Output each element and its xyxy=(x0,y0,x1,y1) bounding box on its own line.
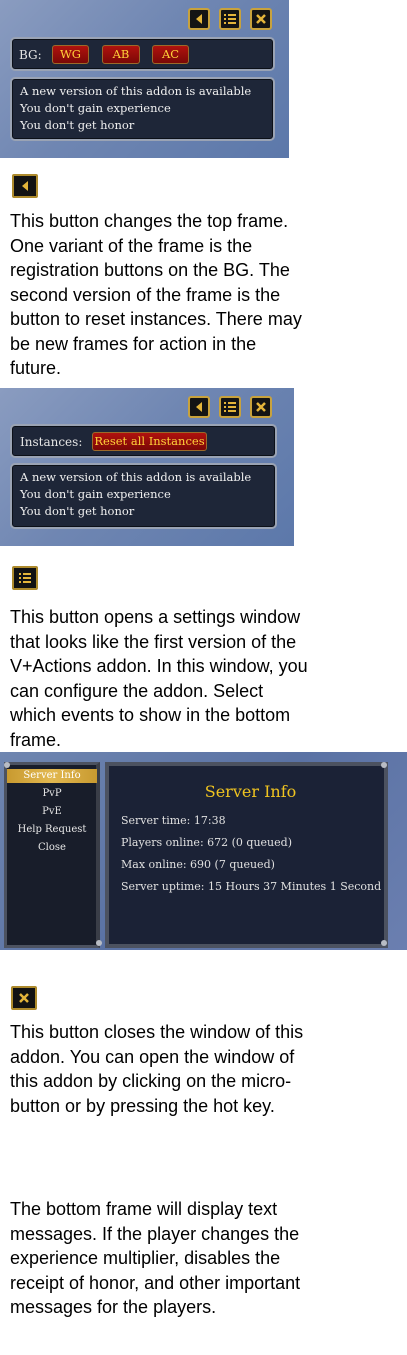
settings-button[interactable] xyxy=(219,396,241,418)
action-bar: BG: WG AB AC xyxy=(10,37,275,71)
list-icon xyxy=(19,573,31,583)
panel-title: Server Info xyxy=(204,782,297,801)
switch-frame-button[interactable] xyxy=(188,396,210,418)
arrow-left-icon xyxy=(22,181,28,191)
arrow-left-icon xyxy=(196,14,202,24)
arrow-left-icon xyxy=(196,402,202,412)
description-switch-frame: This button changes the top frame. One v… xyxy=(10,211,302,378)
description-settings: This button opens a settings window that… xyxy=(10,607,308,750)
server-info-panel: Server Info Server time: 17:38 Players o… xyxy=(105,762,388,948)
corner-stud xyxy=(4,762,10,768)
settings-window: Server Info PvP PvE Help Request Close S… xyxy=(0,752,407,950)
menu-item-help-request[interactable]: Help Request xyxy=(7,823,97,837)
max-online: Max online: 690 (7 queued) xyxy=(121,858,275,871)
menu-item-server-info[interactable]: Server Info xyxy=(7,769,97,783)
list-icon xyxy=(224,402,236,412)
close-icon-sample xyxy=(11,986,37,1010)
close-button[interactable] xyxy=(250,396,272,418)
message-frame: A new version of this addon is available… xyxy=(10,463,277,529)
close-icon xyxy=(256,402,266,412)
bg-button-ab[interactable]: AB xyxy=(102,45,140,64)
message-line: You don't get honor xyxy=(20,118,135,132)
addon-frame-bg: BG: WG AB AC A new version of this addon… xyxy=(0,0,289,158)
reset-instances-button[interactable]: Reset all Instances xyxy=(92,432,207,451)
message-frame: A new version of this addon is available… xyxy=(10,77,275,141)
message-line: You don't gain experience xyxy=(20,101,171,115)
corner-stud xyxy=(381,762,387,768)
instances-label: Instances: xyxy=(20,435,83,449)
message-line: You don't gain experience xyxy=(20,487,171,501)
bg-button-wg[interactable]: WG xyxy=(52,45,89,64)
action-bar: Instances: Reset all Instances xyxy=(10,424,277,458)
server-time: Server time: 17:38 xyxy=(121,814,226,827)
close-button[interactable] xyxy=(250,8,272,30)
server-uptime: Server uptime: 15 Hours 37 Minutes 1 Sec… xyxy=(121,880,382,893)
bg-button-ac[interactable]: AC xyxy=(152,45,189,64)
switch-frame-icon-sample xyxy=(12,174,38,198)
menu-item-pvp[interactable]: PvP xyxy=(7,787,97,801)
message-line: You don't get honor xyxy=(20,504,135,518)
settings-button[interactable] xyxy=(219,8,241,30)
corner-stud xyxy=(96,940,102,946)
message-line: A new version of this addon is available xyxy=(20,84,252,98)
message-line: A new version of this addon is available xyxy=(20,470,252,484)
description-bottom-frame: The bottom frame will display text messa… xyxy=(10,1199,301,1317)
settings-menu: Server Info PvP PvE Help Request Close xyxy=(4,762,100,948)
menu-item-close[interactable]: Close xyxy=(7,841,97,855)
addon-frame-instances: Instances: Reset all Instances A new ver… xyxy=(0,388,294,546)
bg-label: BG: xyxy=(19,48,42,62)
close-icon xyxy=(256,14,266,24)
settings-icon-sample xyxy=(12,566,38,590)
players-online: Players online: 672 (0 queued) xyxy=(121,836,292,849)
list-icon xyxy=(224,14,236,24)
menu-item-pve[interactable]: PvE xyxy=(7,805,97,819)
close-icon xyxy=(19,993,29,1003)
corner-stud xyxy=(381,940,387,946)
switch-frame-button[interactable] xyxy=(188,8,210,30)
description-close: This button closes the window of this ad… xyxy=(10,1022,304,1116)
